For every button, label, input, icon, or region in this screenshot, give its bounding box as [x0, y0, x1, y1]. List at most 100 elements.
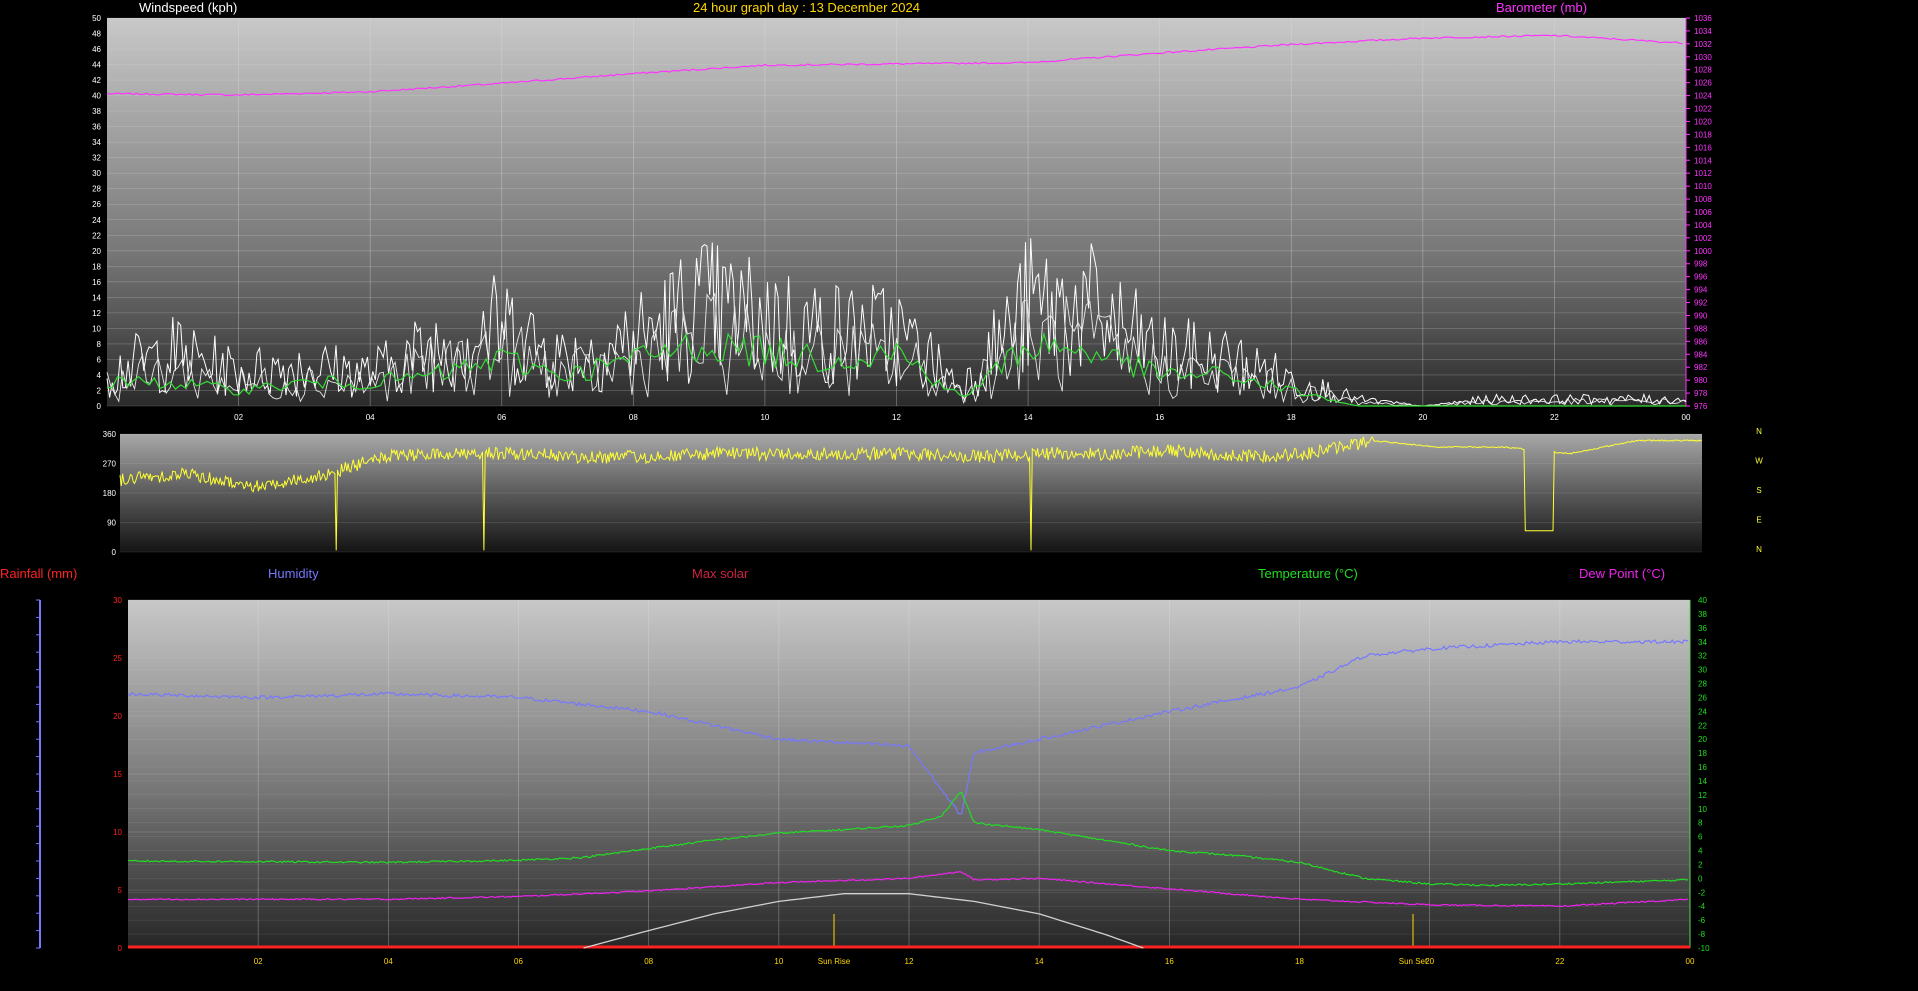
rain-y-tick: 25: [113, 654, 122, 663]
temp-y-tick: 2: [1698, 860, 1703, 869]
temp-x-tick: 06: [514, 957, 523, 966]
temp-y-tick: 38: [1698, 610, 1707, 619]
sunset-label: Sun Set: [1399, 957, 1428, 966]
temp-y-tick: 16: [1698, 763, 1707, 772]
temp-y-tick: -6: [1698, 916, 1706, 925]
baro-y-tick: 1022: [1694, 105, 1712, 114]
baro-y-tick: 976: [1694, 402, 1708, 411]
direction-y-tick: 360: [103, 430, 117, 439]
wind-x-tick: 00: [1682, 413, 1691, 422]
temp-x-tick: 02: [254, 957, 263, 966]
temp-y-tick: 6: [1698, 833, 1703, 842]
temp-y-tick: 34: [1698, 638, 1707, 647]
wind-y-tick: 10: [92, 324, 101, 333]
wind-y-tick: 12: [92, 309, 101, 318]
baro-y-tick: 1016: [1694, 143, 1712, 152]
wind-x-tick: 14: [1024, 413, 1033, 422]
baro-y-tick: 994: [1694, 286, 1708, 295]
wind-y-tick: 4: [97, 371, 102, 380]
baro-y-tick: 986: [1694, 337, 1708, 346]
temp-y-tick: -2: [1698, 888, 1706, 897]
direction-y-tick: 270: [103, 460, 117, 469]
temp-y-tick: 12: [1698, 791, 1707, 800]
temp-y-tick: -10: [1698, 944, 1710, 953]
temp-x-tick: 16: [1165, 957, 1174, 966]
baro-y-tick: 1008: [1694, 195, 1712, 204]
wind-y-tick: 22: [92, 231, 101, 240]
compass-label: N: [1756, 427, 1762, 436]
wind-y-tick: 16: [92, 278, 101, 287]
rain-y-tick: 5: [118, 886, 123, 895]
baro-y-tick: 978: [1694, 389, 1708, 398]
wind-y-tick: 44: [92, 61, 101, 70]
weather-charts: Sun Rise Sun Set 02468101214161820222426…: [36, 14, 1763, 966]
temp-y-tick: 4: [1698, 847, 1703, 856]
direction-y-tick: 0: [112, 548, 117, 557]
wind-x-tick: 12: [892, 413, 901, 422]
baro-y-tick: 988: [1694, 324, 1708, 333]
temp-y-tick: -8: [1698, 930, 1706, 939]
temp-x-tick: 20: [1425, 957, 1434, 966]
compass-label: E: [1756, 516, 1761, 525]
wind-x-tick: 06: [497, 413, 506, 422]
rain-y-tick: 15: [113, 770, 122, 779]
baro-y-tick: 996: [1694, 273, 1708, 282]
compass-label: S: [1756, 486, 1761, 495]
rain-y-tick: 20: [113, 712, 122, 721]
temp-y-tick: 14: [1698, 777, 1707, 786]
wind-y-tick: 50: [92, 14, 101, 23]
temp-y-tick: 36: [1698, 624, 1707, 633]
wind-y-tick: 24: [92, 216, 101, 225]
temp-x-tick: 00: [1686, 957, 1695, 966]
temp-y-tick: 40: [1698, 596, 1707, 605]
temp-y-tick: 8: [1698, 819, 1703, 828]
baro-y-tick: 998: [1694, 260, 1708, 269]
wind-x-tick: 22: [1550, 413, 1559, 422]
wind-y-tick: 0: [97, 402, 102, 411]
temp-x-tick: 08: [644, 957, 653, 966]
wind-x-tick: 08: [629, 413, 638, 422]
temp-y-tick: 10: [1698, 805, 1707, 814]
sunrise-label: Sun Rise: [818, 957, 851, 966]
baro-y-tick: 1034: [1694, 27, 1712, 36]
wind-x-tick: 02: [234, 413, 243, 422]
wind-y-tick: 40: [92, 92, 101, 101]
baro-y-tick: 990: [1694, 311, 1708, 320]
baro-y-tick: 1020: [1694, 117, 1712, 126]
baro-y-tick: 1032: [1694, 40, 1712, 49]
wind-y-tick: 28: [92, 185, 101, 194]
wind-y-tick: 30: [92, 169, 101, 178]
wind-y-tick: 2: [97, 386, 102, 395]
direction-y-tick: 180: [103, 489, 117, 498]
baro-y-tick: 1010: [1694, 182, 1712, 191]
temp-y-tick: 24: [1698, 707, 1707, 716]
temp-x-tick: 22: [1555, 957, 1564, 966]
baro-y-tick: 1030: [1694, 53, 1712, 62]
wind-x-tick: 18: [1287, 413, 1296, 422]
rain-y-tick: 30: [113, 596, 122, 605]
baro-y-tick: 1028: [1694, 66, 1712, 75]
temp-y-tick: 32: [1698, 652, 1707, 661]
wind-x-tick: 10: [760, 413, 769, 422]
baro-y-tick: 1002: [1694, 234, 1712, 243]
wind-y-tick: 14: [92, 293, 101, 302]
wind-y-tick: 8: [97, 340, 102, 349]
baro-y-tick: 1014: [1694, 156, 1712, 165]
baro-y-tick: 1000: [1694, 247, 1712, 256]
wind-x-tick: 16: [1155, 413, 1164, 422]
temp-y-tick: 30: [1698, 666, 1707, 675]
wind-y-tick: 38: [92, 107, 101, 116]
wind-y-tick: 20: [92, 247, 101, 256]
temp-y-tick: -4: [1698, 902, 1706, 911]
wind-y-tick: 26: [92, 200, 101, 209]
temp-y-tick: 28: [1698, 680, 1707, 689]
temp-x-tick: 18: [1295, 957, 1304, 966]
temp-y-tick: 20: [1698, 735, 1707, 744]
temp-y-tick: 26: [1698, 693, 1707, 702]
baro-y-tick: 1026: [1694, 79, 1712, 88]
temp-y-tick: 22: [1698, 721, 1707, 730]
wind-y-tick: 32: [92, 154, 101, 163]
baro-y-tick: 1024: [1694, 92, 1712, 101]
direction-y-tick: 90: [107, 519, 116, 528]
temp-x-tick: 14: [1035, 957, 1044, 966]
